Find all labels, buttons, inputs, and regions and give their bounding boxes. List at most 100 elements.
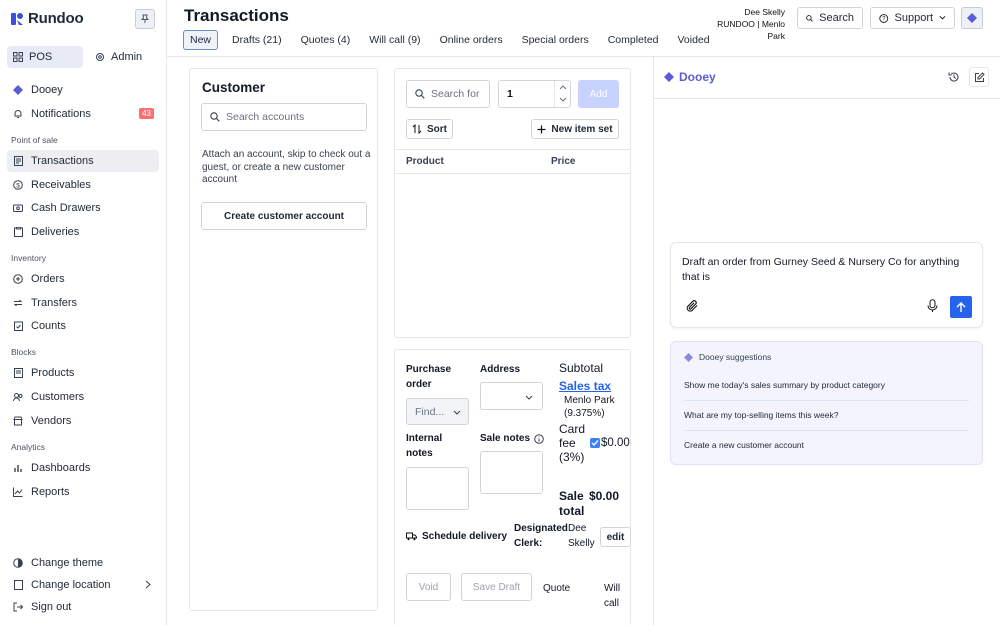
- designated-clerk-label: Designated Clerk:: [514, 523, 568, 549]
- sidebar-item-products[interactable]: Products: [7, 362, 159, 384]
- sidebar-item-dooey[interactable]: Dooey: [7, 79, 159, 101]
- sidebar-item-vendors[interactable]: Vendors: [7, 410, 159, 432]
- section-label-inventory: Inventory: [11, 253, 46, 263]
- sidebar: Rundoo POS Admin Dooey Notifications 43 …: [0, 0, 167, 625]
- suggestions-header: Dooey suggestions: [684, 352, 771, 362]
- save-draft-button[interactable]: Save Draft: [461, 573, 532, 601]
- sale-notes-textarea[interactable]: [480, 451, 543, 494]
- transaction-tabs: New Drafts (21) Quotes (4) Will call (9)…: [183, 30, 723, 50]
- header-search-button[interactable]: Search: [797, 7, 863, 29]
- notifications-count-badge: 43: [139, 108, 154, 119]
- sidebar-item-cash-drawers[interactable]: Cash Drawers: [7, 197, 159, 219]
- pin-sidebar-button[interactable]: [135, 9, 155, 29]
- paperclip-icon[interactable]: [686, 299, 699, 313]
- sidebar-item-dashboards[interactable]: Dashboards: [7, 457, 159, 479]
- sidebar-item-label: Dashboards: [31, 462, 91, 474]
- quantity-spinner[interactable]: [554, 81, 570, 107]
- quote-button[interactable]: Quote: [543, 581, 570, 596]
- mode-admin-label: Admin: [111, 51, 143, 63]
- suggestion-item[interactable]: Create a new customer account: [684, 440, 969, 450]
- chevron-down-icon[interactable]: [559, 97, 567, 102]
- truck-icon: [406, 532, 417, 541]
- card-fee-checkbox[interactable]: [590, 438, 600, 448]
- send-button[interactable]: [950, 296, 972, 318]
- dooey-icon: [684, 352, 693, 362]
- order-details-panel: Purchase order Find... Address Internal …: [394, 349, 631, 625]
- dooey-chat-input[interactable]: Draft an order from Gurney Seed & Nurser…: [670, 242, 983, 328]
- suggestion-divider: [684, 430, 969, 431]
- sidebar-item-change-theme[interactable]: Change theme: [7, 552, 159, 574]
- product-search-input[interactable]: Search for: [406, 80, 490, 108]
- history-icon[interactable]: [948, 71, 960, 83]
- sidebar-item-counts[interactable]: Counts: [7, 315, 159, 337]
- sidebar-item-notifications[interactable]: Notifications 43: [7, 103, 159, 125]
- sidebar-item-change-location[interactable]: Change location: [7, 574, 159, 596]
- logo[interactable]: Rundoo: [10, 10, 84, 27]
- sidebar-item-transactions[interactable]: Transactions: [7, 150, 159, 172]
- sidebar-item-customers[interactable]: Customers: [7, 386, 159, 408]
- add-item-button[interactable]: Add: [578, 80, 619, 108]
- suggestion-item[interactable]: What are my top-selling items this week?: [684, 410, 969, 420]
- sidebar-item-receivables[interactable]: $ Receivables: [7, 174, 159, 196]
- sidebar-item-orders[interactable]: Orders: [7, 268, 159, 290]
- will-call-button[interactable]: Will call: [604, 581, 630, 611]
- bell-icon: [13, 109, 23, 119]
- address-select[interactable]: [480, 382, 543, 410]
- sidebar-item-sign-out[interactable]: Sign out: [7, 596, 159, 618]
- sale-total-label: Sale total: [559, 489, 585, 518]
- mode-pos-button[interactable]: POS: [7, 46, 83, 68]
- user-location: RUNDOO | Menlo Park: [717, 19, 785, 41]
- sidebar-item-label: Receivables: [31, 179, 91, 191]
- quantity-stepper[interactable]: 1: [498, 80, 571, 108]
- chevron-up-icon[interactable]: [559, 85, 567, 90]
- sort-button[interactable]: Sort: [406, 119, 453, 139]
- section-label-blocks: Blocks: [11, 347, 37, 357]
- chevron-right-icon: [145, 580, 151, 589]
- info-icon[interactable]: [534, 433, 544, 444]
- sidebar-item-deliveries[interactable]: Deliveries: [7, 221, 159, 243]
- customer-search-placeholder: Search accounts: [226, 111, 305, 123]
- column-header-product: Product: [406, 156, 444, 167]
- tab-special-orders[interactable]: Special orders: [516, 30, 595, 50]
- tab-drafts[interactable]: Drafts (21): [226, 30, 288, 50]
- create-customer-account-button[interactable]: Create customer account: [201, 202, 367, 230]
- void-button[interactable]: Void: [406, 573, 451, 601]
- purchase-order-select[interactable]: Find...: [406, 398, 469, 425]
- mode-admin-button[interactable]: Admin: [89, 46, 148, 68]
- purchase-order-label: Purchase order: [406, 364, 452, 390]
- dooey-header-button[interactable]: [961, 7, 983, 29]
- tab-completed[interactable]: Completed: [602, 30, 665, 50]
- tab-quotes[interactable]: Quotes (4): [295, 30, 357, 50]
- new-item-set-button[interactable]: New item set: [531, 119, 619, 139]
- suggestion-item[interactable]: Show me today's sales summary by product…: [684, 380, 969, 390]
- tab-new[interactable]: New: [183, 30, 219, 50]
- new-chat-button[interactable]: [969, 67, 989, 87]
- dooey-suggestions-panel: Dooey suggestions Show me today's sales …: [670, 341, 983, 465]
- rundoo-logo-icon: [11, 12, 23, 25]
- sidebar-item-transfers[interactable]: Transfers: [7, 292, 159, 314]
- sign-out-icon: [13, 602, 23, 612]
- microphone-icon[interactable]: [927, 299, 938, 313]
- customer-search-input[interactable]: Search accounts: [201, 103, 367, 131]
- sales-tax-link[interactable]: Sales tax: [559, 379, 611, 394]
- internal-notes-textarea[interactable]: [406, 467, 469, 510]
- user-name: Dee Skelly: [744, 7, 785, 17]
- support-dropdown-button[interactable]: ? Support: [870, 7, 955, 29]
- product-search-placeholder: Search for: [431, 88, 480, 100]
- tab-will-call[interactable]: Will call (9): [363, 30, 426, 50]
- cash-drawer-icon: [13, 203, 23, 213]
- chat-input-text[interactable]: Draft an order from Gurney Seed & Nurser…: [682, 255, 972, 285]
- sort-label: Sort: [427, 123, 447, 135]
- arrow-up-icon: [956, 301, 966, 312]
- edit-clerk-button[interactable]: edit: [600, 527, 631, 547]
- sale-notes-header: Sale notes: [480, 431, 544, 446]
- tab-online-orders[interactable]: Online orders: [434, 30, 509, 50]
- document-icon: [13, 156, 23, 166]
- sidebar-item-label: Notifications: [31, 108, 91, 120]
- pin-icon: [140, 14, 150, 23]
- sidebar-item-reports[interactable]: Reports: [7, 481, 159, 503]
- product-icon: [13, 368, 23, 378]
- sidebar-item-label: Orders: [31, 273, 65, 285]
- schedule-delivery-button[interactable]: Schedule delivery: [406, 529, 507, 544]
- sidebar-item-label: Counts: [31, 320, 66, 332]
